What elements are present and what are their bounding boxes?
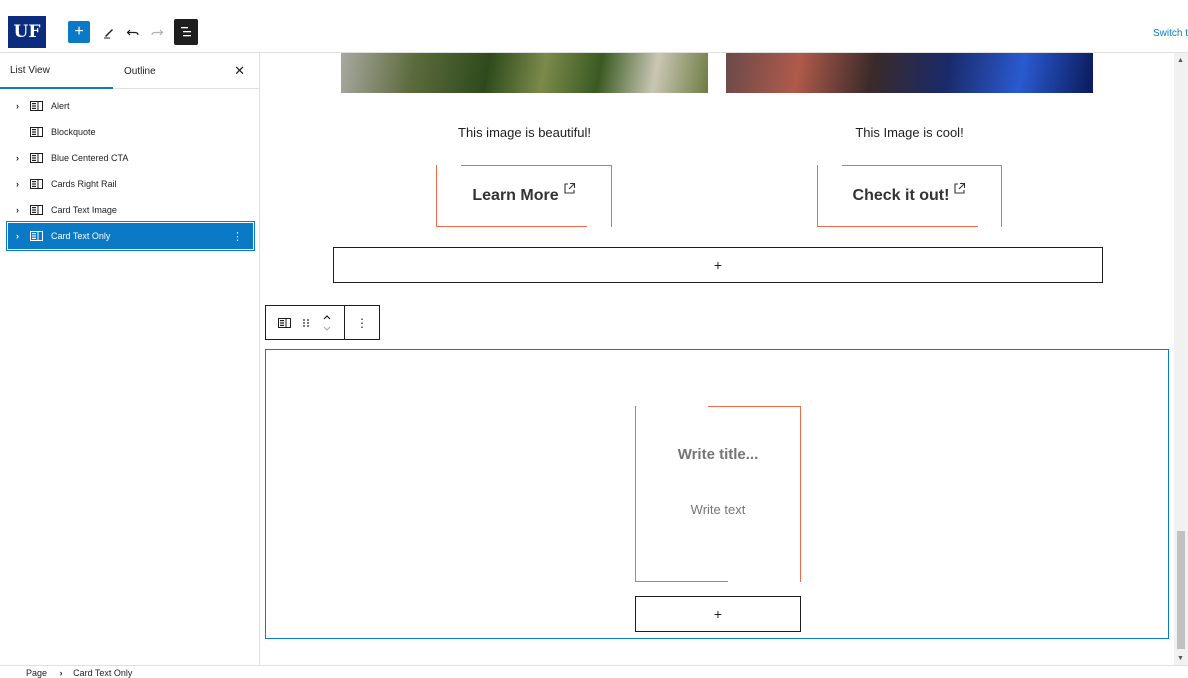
chevron-right-icon[interactable]: › [16, 179, 30, 189]
card-caption-2[interactable]: This Image is cool! [726, 125, 1093, 140]
tree-item-label: Blockquote [51, 127, 96, 137]
scroll-thumb[interactable] [1177, 531, 1185, 649]
top-toolbar: UF + Switch t [0, 0, 1188, 53]
canvas-scrollbar[interactable]: ▲ ▼ [1174, 53, 1188, 665]
block-icon [30, 153, 43, 163]
plus-icon: + [713, 606, 723, 622]
block-type-icon[interactable] [277, 317, 291, 328]
card[interactable]: Write title... Write text [635, 406, 801, 582]
list-view-toggle[interactable] [174, 19, 198, 45]
card-image-2[interactable] [726, 53, 1093, 93]
redo-icon [151, 29, 164, 36]
block-icon [30, 179, 43, 189]
chevron-right-icon[interactable]: › [16, 101, 30, 111]
editor-canvas: This image is beautiful! This Image is c… [260, 53, 1174, 665]
card-title-placeholder[interactable]: Write title... [636, 446, 800, 463]
tree-item-label: Cards Right Rail [51, 179, 117, 189]
card-image-1[interactable] [341, 53, 708, 93]
button-label: Learn More [472, 187, 559, 204]
tree-item-label: Card Text Image [51, 205, 117, 215]
tab-outline[interactable]: Outline [124, 53, 156, 89]
external-link-icon [954, 182, 966, 194]
list-view-sidebar: List View Outline ✕ › Alert Blockquote ›… [0, 53, 260, 665]
undo-icon [126, 29, 139, 36]
card-caption-1[interactable]: This image is beautiful! [341, 125, 708, 140]
scroll-down-icon[interactable]: ▼ [1177, 655, 1184, 662]
tab-list-view[interactable]: List View [0, 53, 113, 89]
tools-button[interactable] [98, 20, 120, 44]
external-link-icon [564, 182, 575, 194]
list-view-icon [181, 27, 191, 37]
block-icon [30, 101, 43, 111]
scroll-up-icon[interactable]: ▲ [1177, 57, 1184, 64]
chevron-right-icon[interactable]: › [16, 205, 30, 215]
tree-item-card-text-only[interactable]: › Card Text Only ⋮ [6, 221, 255, 251]
card-text-placeholder[interactable]: Write text [636, 502, 800, 517]
tree-item-label: Blue Centered CTA [51, 153, 129, 163]
add-block-appender[interactable]: + [333, 247, 1103, 283]
tree-item-alert[interactable]: › Alert [8, 93, 253, 119]
pencil-icon [104, 29, 113, 39]
close-sidebar-button[interactable]: ✕ [234, 63, 245, 79]
drag-handle-icon[interactable] [302, 318, 310, 328]
plus-icon: + [713, 257, 723, 273]
chevron-right-icon[interactable]: › [16, 153, 30, 163]
move-up-down-icon[interactable] [322, 312, 332, 334]
learn-more-button[interactable]: Learn More [436, 165, 612, 227]
plus-icon: + [74, 23, 84, 40]
card-text-only-block[interactable]: Write title... Write text + [265, 349, 1169, 639]
sidebar-tabs: List View Outline ✕ [0, 53, 259, 89]
button-label: Check it out! [852, 187, 950, 204]
add-block-button[interactable]: + [68, 21, 90, 43]
block-icon [30, 231, 43, 241]
block-toolbar: ⋮ [265, 305, 380, 340]
tree-item-blue-centered-cta[interactable]: › Blue Centered CTA [8, 145, 253, 171]
block-options-button[interactable]: ⋮ [345, 306, 379, 339]
add-block-appender[interactable]: + [635, 596, 801, 632]
tree-item-label: Alert [51, 101, 70, 111]
tree-item-cards-right-rail[interactable]: › Cards Right Rail [8, 171, 253, 197]
undo-button[interactable] [122, 20, 144, 44]
redo-button[interactable] [146, 20, 168, 44]
tree-item-label: Card Text Only [51, 231, 111, 241]
switch-link[interactable]: Switch t [1153, 28, 1188, 39]
breadcrumb: Page › Card Text Only [0, 665, 1188, 678]
close-icon: ✕ [234, 63, 245, 78]
tree-item-blockquote[interactable]: Blockquote [8, 119, 253, 145]
check-it-out-button[interactable]: Check it out! [817, 165, 1002, 227]
site-logo[interactable]: UF [8, 16, 46, 48]
more-options-icon: ⋮ [356, 315, 368, 330]
block-icon [30, 127, 43, 137]
chevron-right-icon[interactable]: › [16, 231, 30, 241]
tree-item-card-text-image[interactable]: › Card Text Image [8, 197, 253, 223]
block-icon [30, 205, 43, 215]
more-options-icon[interactable]: ⋮ [232, 230, 243, 243]
block-tree: › Alert Blockquote › Blue Centered CTA ›… [0, 89, 259, 251]
